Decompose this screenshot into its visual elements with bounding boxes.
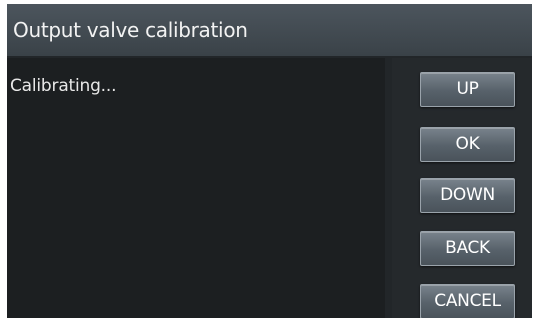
dialog-title: Output valve calibration bbox=[13, 18, 248, 42]
up-button[interactable]: UP bbox=[420, 72, 515, 107]
status-message: Calibrating... bbox=[10, 76, 117, 96]
message-area: Calibrating... bbox=[7, 58, 385, 318]
down-button[interactable]: DOWN bbox=[420, 178, 515, 213]
control-panel-screen: Output valve calibration Calibrating... … bbox=[7, 4, 532, 318]
cancel-button[interactable]: CANCEL bbox=[420, 284, 515, 318]
button-panel: UP OK DOWN BACK CANCEL bbox=[392, 58, 532, 318]
title-bar: Output valve calibration bbox=[7, 4, 532, 56]
ok-button[interactable]: OK bbox=[420, 127, 515, 162]
back-button[interactable]: BACK bbox=[420, 231, 515, 266]
